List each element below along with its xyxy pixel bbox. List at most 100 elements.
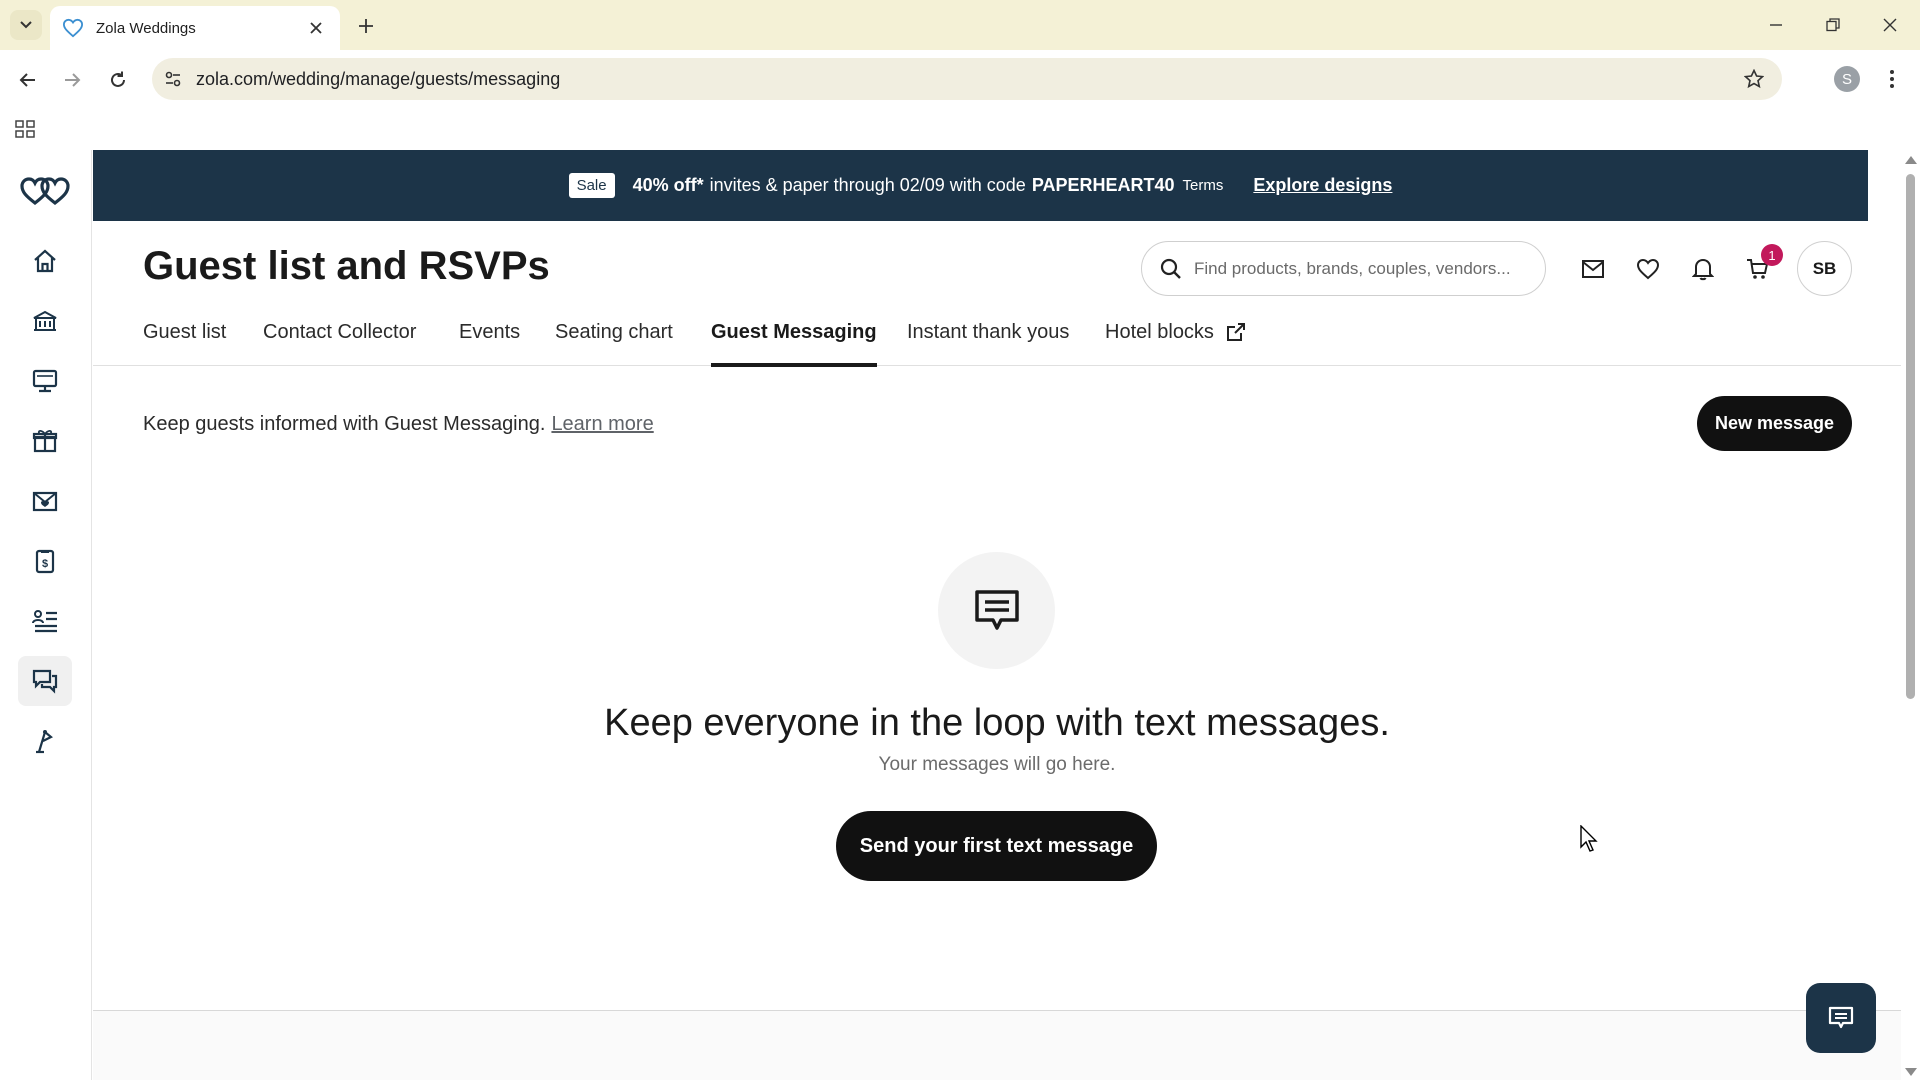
registry-icon — [32, 429, 58, 453]
sidebar-item-vendors[interactable] — [18, 716, 72, 766]
search-input[interactable] — [1194, 258, 1514, 279]
promo-code: PAPERHEART40 — [1031, 175, 1175, 195]
browser-menu-button[interactable] — [1880, 64, 1904, 94]
tab-label: Hotel blocks — [1105, 320, 1214, 343]
messages-button[interactable] — [1576, 252, 1610, 286]
forward-button[interactable] — [56, 64, 88, 96]
guest-messaging-icon — [32, 669, 58, 694]
empty-state-heading: Keep everyone in the loop with text mess… — [604, 702, 1390, 744]
sidebar-item-registry[interactable] — [18, 416, 72, 466]
site-info-icon — [165, 71, 181, 87]
page-title: Guest list and RSVPs — [143, 244, 550, 288]
bell-icon — [1692, 258, 1714, 281]
tab-hotel-blocks[interactable]: Hotel blocks — [1105, 298, 1246, 366]
scroll-down-arrow[interactable] — [1905, 1068, 1917, 1076]
heart-favicon-icon — [62, 18, 84, 38]
tab-guest-messaging[interactable]: Guest Messaging — [711, 298, 877, 367]
tab-instant-thank-yous[interactable]: Instant thank yous — [907, 298, 1069, 366]
heart-icon — [1636, 258, 1660, 280]
tab-label: Contact Collector — [263, 320, 417, 343]
promo-terms-link[interactable]: Terms — [1183, 177, 1224, 194]
scroll-thumb[interactable] — [1906, 174, 1915, 699]
venue-icon — [33, 310, 57, 331]
sidebar: $ — [0, 150, 92, 1080]
search-icon — [1160, 258, 1181, 279]
send-first-message-button[interactable]: Send your first text message — [836, 811, 1157, 881]
tab-title: Zola Weddings — [96, 19, 196, 37]
tab-search-button[interactable] — [10, 10, 42, 40]
sidebar-item-budget[interactable]: $ — [18, 536, 72, 586]
zola-logo-icon[interactable] — [20, 176, 70, 206]
page-scrollbar[interactable] — [1901, 150, 1920, 1080]
restore-icon — [1826, 18, 1840, 32]
guest-list-icon — [32, 610, 57, 633]
url-text: zola.com/wedding/manage/guests/messaging — [196, 68, 561, 89]
mouse-cursor-icon — [1580, 825, 1598, 852]
restore-button[interactable] — [1813, 10, 1853, 40]
reload-button[interactable] — [102, 64, 134, 96]
scroll-up-arrow[interactable] — [1905, 156, 1917, 164]
sub-navigation: Guest list Contact Collector Events Seat… — [93, 298, 1901, 367]
arrow-right-icon — [65, 73, 81, 87]
minimize-icon — [1770, 24, 1782, 26]
tab-label: Seating chart — [555, 320, 673, 343]
tab-label: Instant thank yous — [907, 320, 1070, 343]
tab-seating-chart[interactable]: Seating chart — [555, 298, 673, 366]
notifications-button[interactable] — [1686, 252, 1720, 286]
tab-close-button[interactable] — [304, 16, 328, 40]
tab-label: Guest Messaging — [711, 320, 877, 343]
learn-more-link[interactable]: Learn more — [551, 413, 653, 435]
cart-count-badge: 1 — [1761, 244, 1783, 266]
envelope-icon — [1582, 260, 1604, 278]
tab-label: Guest list — [143, 320, 227, 343]
page-content: $ Sale 40% off* invites & paper through … — [0, 150, 1920, 1080]
close-icon — [310, 22, 322, 34]
back-button[interactable] — [12, 64, 44, 96]
favorites-button[interactable] — [1631, 252, 1665, 286]
close-window-button[interactable] — [1870, 10, 1910, 40]
apps-grid-icon — [15, 120, 35, 138]
sidebar-item-invitations[interactable] — [18, 476, 72, 526]
minimize-button[interactable] — [1756, 10, 1796, 40]
new-message-button[interactable]: New message — [1697, 396, 1852, 451]
chat-support-button[interactable] — [1806, 983, 1876, 1053]
bookmark-star-icon[interactable] — [1744, 69, 1764, 89]
sidebar-item-guest-list[interactable] — [18, 596, 72, 646]
tab-events[interactable]: Events — [459, 298, 520, 366]
browser-tab-bar: Zola Weddings — [0, 0, 1920, 50]
reload-icon — [111, 71, 125, 87]
browser-tab[interactable]: Zola Weddings — [50, 6, 340, 50]
arrow-left-icon — [19, 73, 35, 87]
promo-discount: 40% off* — [632, 175, 704, 195]
svg-text:$: $ — [42, 558, 48, 570]
sidebar-item-website[interactable] — [18, 356, 72, 406]
tab-guest-list[interactable]: Guest list — [143, 298, 226, 366]
external-link-icon — [1226, 323, 1245, 341]
empty-state-illustration — [938, 552, 1055, 669]
intro-text: Keep guests informed with Guest Messagin… — [143, 413, 546, 435]
apps-button[interactable] — [12, 116, 38, 142]
sidebar-item-venues[interactable] — [18, 296, 72, 346]
new-tab-button[interactable] — [352, 13, 380, 39]
sale-badge: Sale — [568, 173, 615, 198]
bookmarks-bar — [0, 108, 1920, 150]
close-icon — [1883, 18, 1897, 32]
explore-designs-link[interactable]: Explore designs — [1253, 175, 1392, 196]
search-bar[interactable] — [1141, 241, 1546, 296]
address-bar[interactable]: zola.com/wedding/manage/guests/messaging — [152, 58, 1782, 100]
vendors-icon — [36, 730, 53, 754]
sidebar-item-home[interactable] — [18, 236, 72, 286]
empty-state-subtext: Your messages will go here. — [878, 754, 1116, 775]
chevron-down-icon — [20, 21, 32, 29]
sidebar-item-guest-messaging[interactable] — [18, 656, 72, 706]
promo-banner: Sale 40% off* invites & paper through 02… — [93, 150, 1868, 221]
chat-icon — [1828, 1006, 1854, 1029]
budget-icon: $ — [35, 549, 55, 574]
home-icon — [34, 249, 56, 273]
user-avatar[interactable]: SB — [1797, 241, 1852, 296]
message-bubble-icon — [974, 589, 1019, 630]
intro-line: Keep guests informed with Guest Messagin… — [143, 413, 654, 436]
browser-profile-avatar[interactable]: S — [1834, 66, 1860, 92]
tab-contact-collector[interactable]: Contact Collector — [263, 298, 416, 366]
promo-text: invites & paper through 02/09 with code — [709, 175, 1026, 195]
